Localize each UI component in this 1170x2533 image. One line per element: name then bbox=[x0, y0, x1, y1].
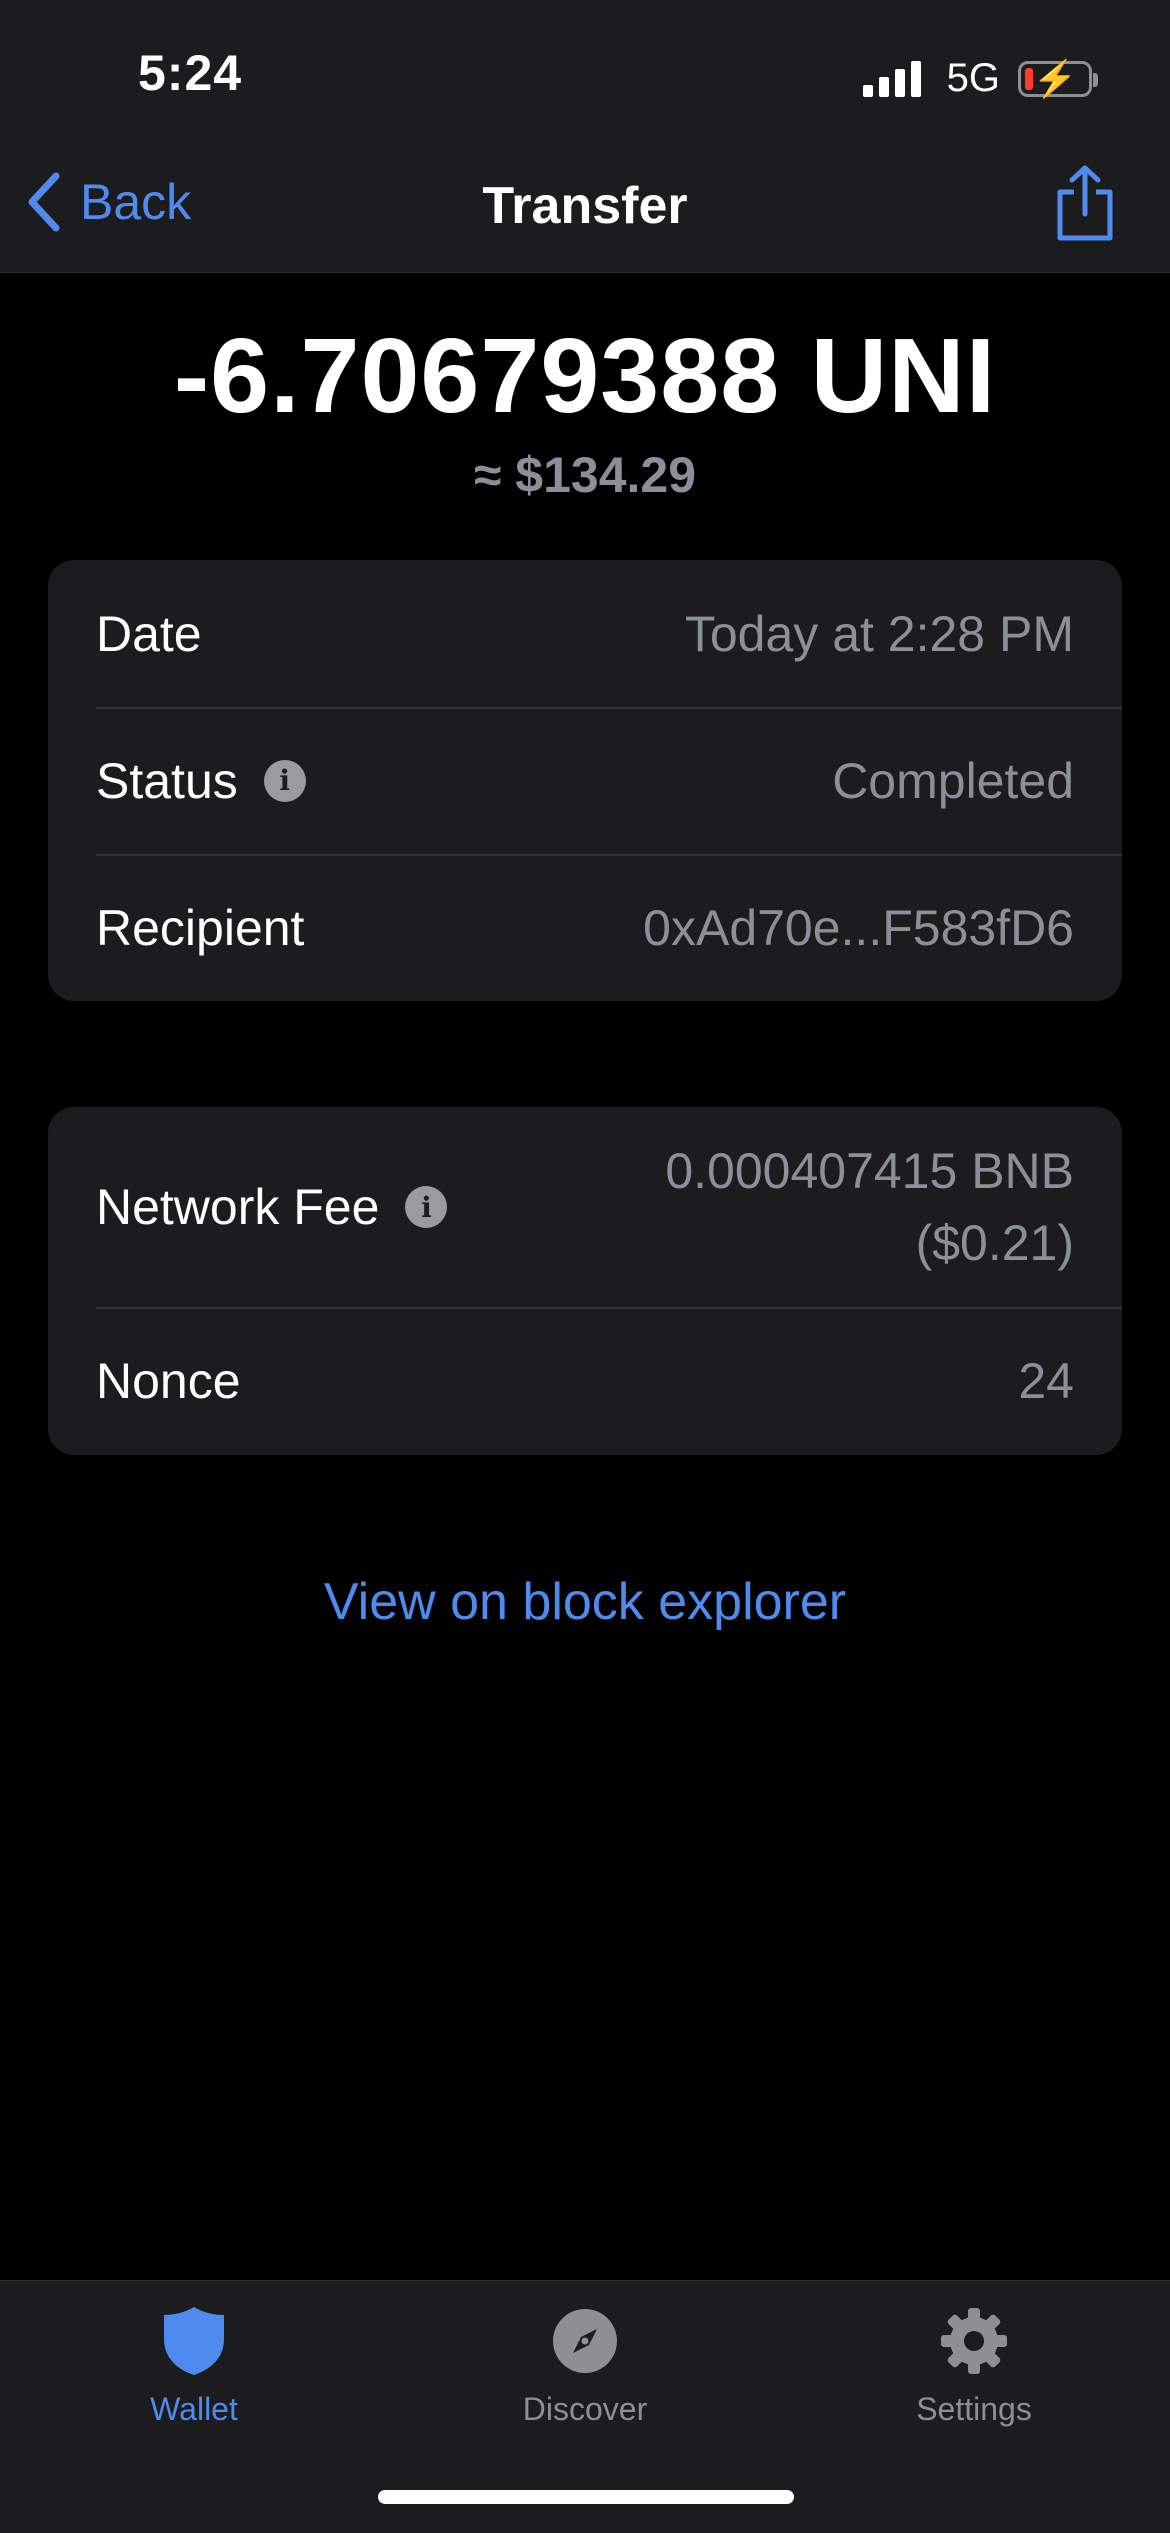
info-icon[interactable]: i bbox=[263, 759, 306, 802]
nonce-label: Nonce bbox=[96, 1353, 241, 1409]
tab-label: Settings bbox=[916, 2391, 1032, 2427]
signal-icon bbox=[862, 60, 921, 97]
tab-settings[interactable]: Settings bbox=[854, 2303, 1094, 2428]
home-indicator[interactable] bbox=[378, 2490, 794, 2504]
network-fee-fiat: ($0.21) bbox=[915, 1215, 1074, 1271]
battery-icon: ⚡ bbox=[1018, 58, 1098, 99]
network-fee-label: Network Fee i bbox=[96, 1178, 448, 1236]
recipient-value[interactable]: 0xAd70e...F583fD6 bbox=[643, 899, 1074, 957]
fees-card: Network Fee i 0.000407415 BNB ($0.21) No… bbox=[48, 1107, 1122, 1455]
compass-icon bbox=[547, 2303, 623, 2379]
info-icon[interactable]: i bbox=[405, 1186, 448, 1228]
detail-row-recipient[interactable]: Recipient 0xAd70e...F583fD6 bbox=[48, 854, 1122, 1001]
date-value: Today at 2:28 PM bbox=[684, 605, 1074, 662]
gear-icon bbox=[936, 2303, 1012, 2379]
shield-icon bbox=[156, 2303, 232, 2379]
nonce-value: 24 bbox=[1018, 1353, 1074, 1409]
transaction-amount: -6.70679388 UNI bbox=[173, 317, 997, 435]
status-value: Completed bbox=[832, 752, 1074, 809]
top-bar: 5:24 5G ⚡ Back Transfer bbox=[0, 0, 1170, 273]
page-title: Transfer bbox=[482, 177, 688, 235]
recipient-label: Recipient bbox=[96, 899, 305, 956]
network-fee-crypto: 0.000407415 BNB bbox=[665, 1143, 1074, 1199]
tab-label: Discover bbox=[522, 2391, 648, 2427]
share-button[interactable] bbox=[1052, 164, 1118, 249]
status-label: Status i bbox=[96, 752, 306, 810]
tab-wallet[interactable]: Wallet bbox=[74, 2303, 314, 2428]
network-label: 5G bbox=[946, 56, 1000, 100]
transaction-fiat-value: ≈ $134.29 bbox=[473, 447, 697, 503]
details-card: Date Today at 2:28 PM Status i Completed… bbox=[48, 560, 1122, 1001]
share-icon bbox=[1057, 165, 1113, 241]
status-time: 5:24 bbox=[138, 45, 243, 101]
status-indicators: 5G ⚡ bbox=[862, 56, 1098, 101]
detail-row-date: Date Today at 2:28 PM bbox=[48, 560, 1122, 707]
detail-row-network-fee: Network Fee i 0.000407415 BNB ($0.21) bbox=[48, 1107, 1122, 1307]
tab-discover[interactable]: Discover bbox=[465, 2303, 705, 2428]
network-fee-value: 0.000407415 BNB ($0.21) bbox=[665, 1135, 1074, 1279]
tab-label: Wallet bbox=[150, 2391, 238, 2427]
date-label: Date bbox=[96, 605, 202, 662]
detail-row-status: Status i Completed bbox=[48, 707, 1122, 854]
detail-row-nonce: Nonce 24 bbox=[48, 1307, 1122, 1455]
view-on-block-explorer-link[interactable]: View on block explorer bbox=[0, 1572, 1170, 1632]
